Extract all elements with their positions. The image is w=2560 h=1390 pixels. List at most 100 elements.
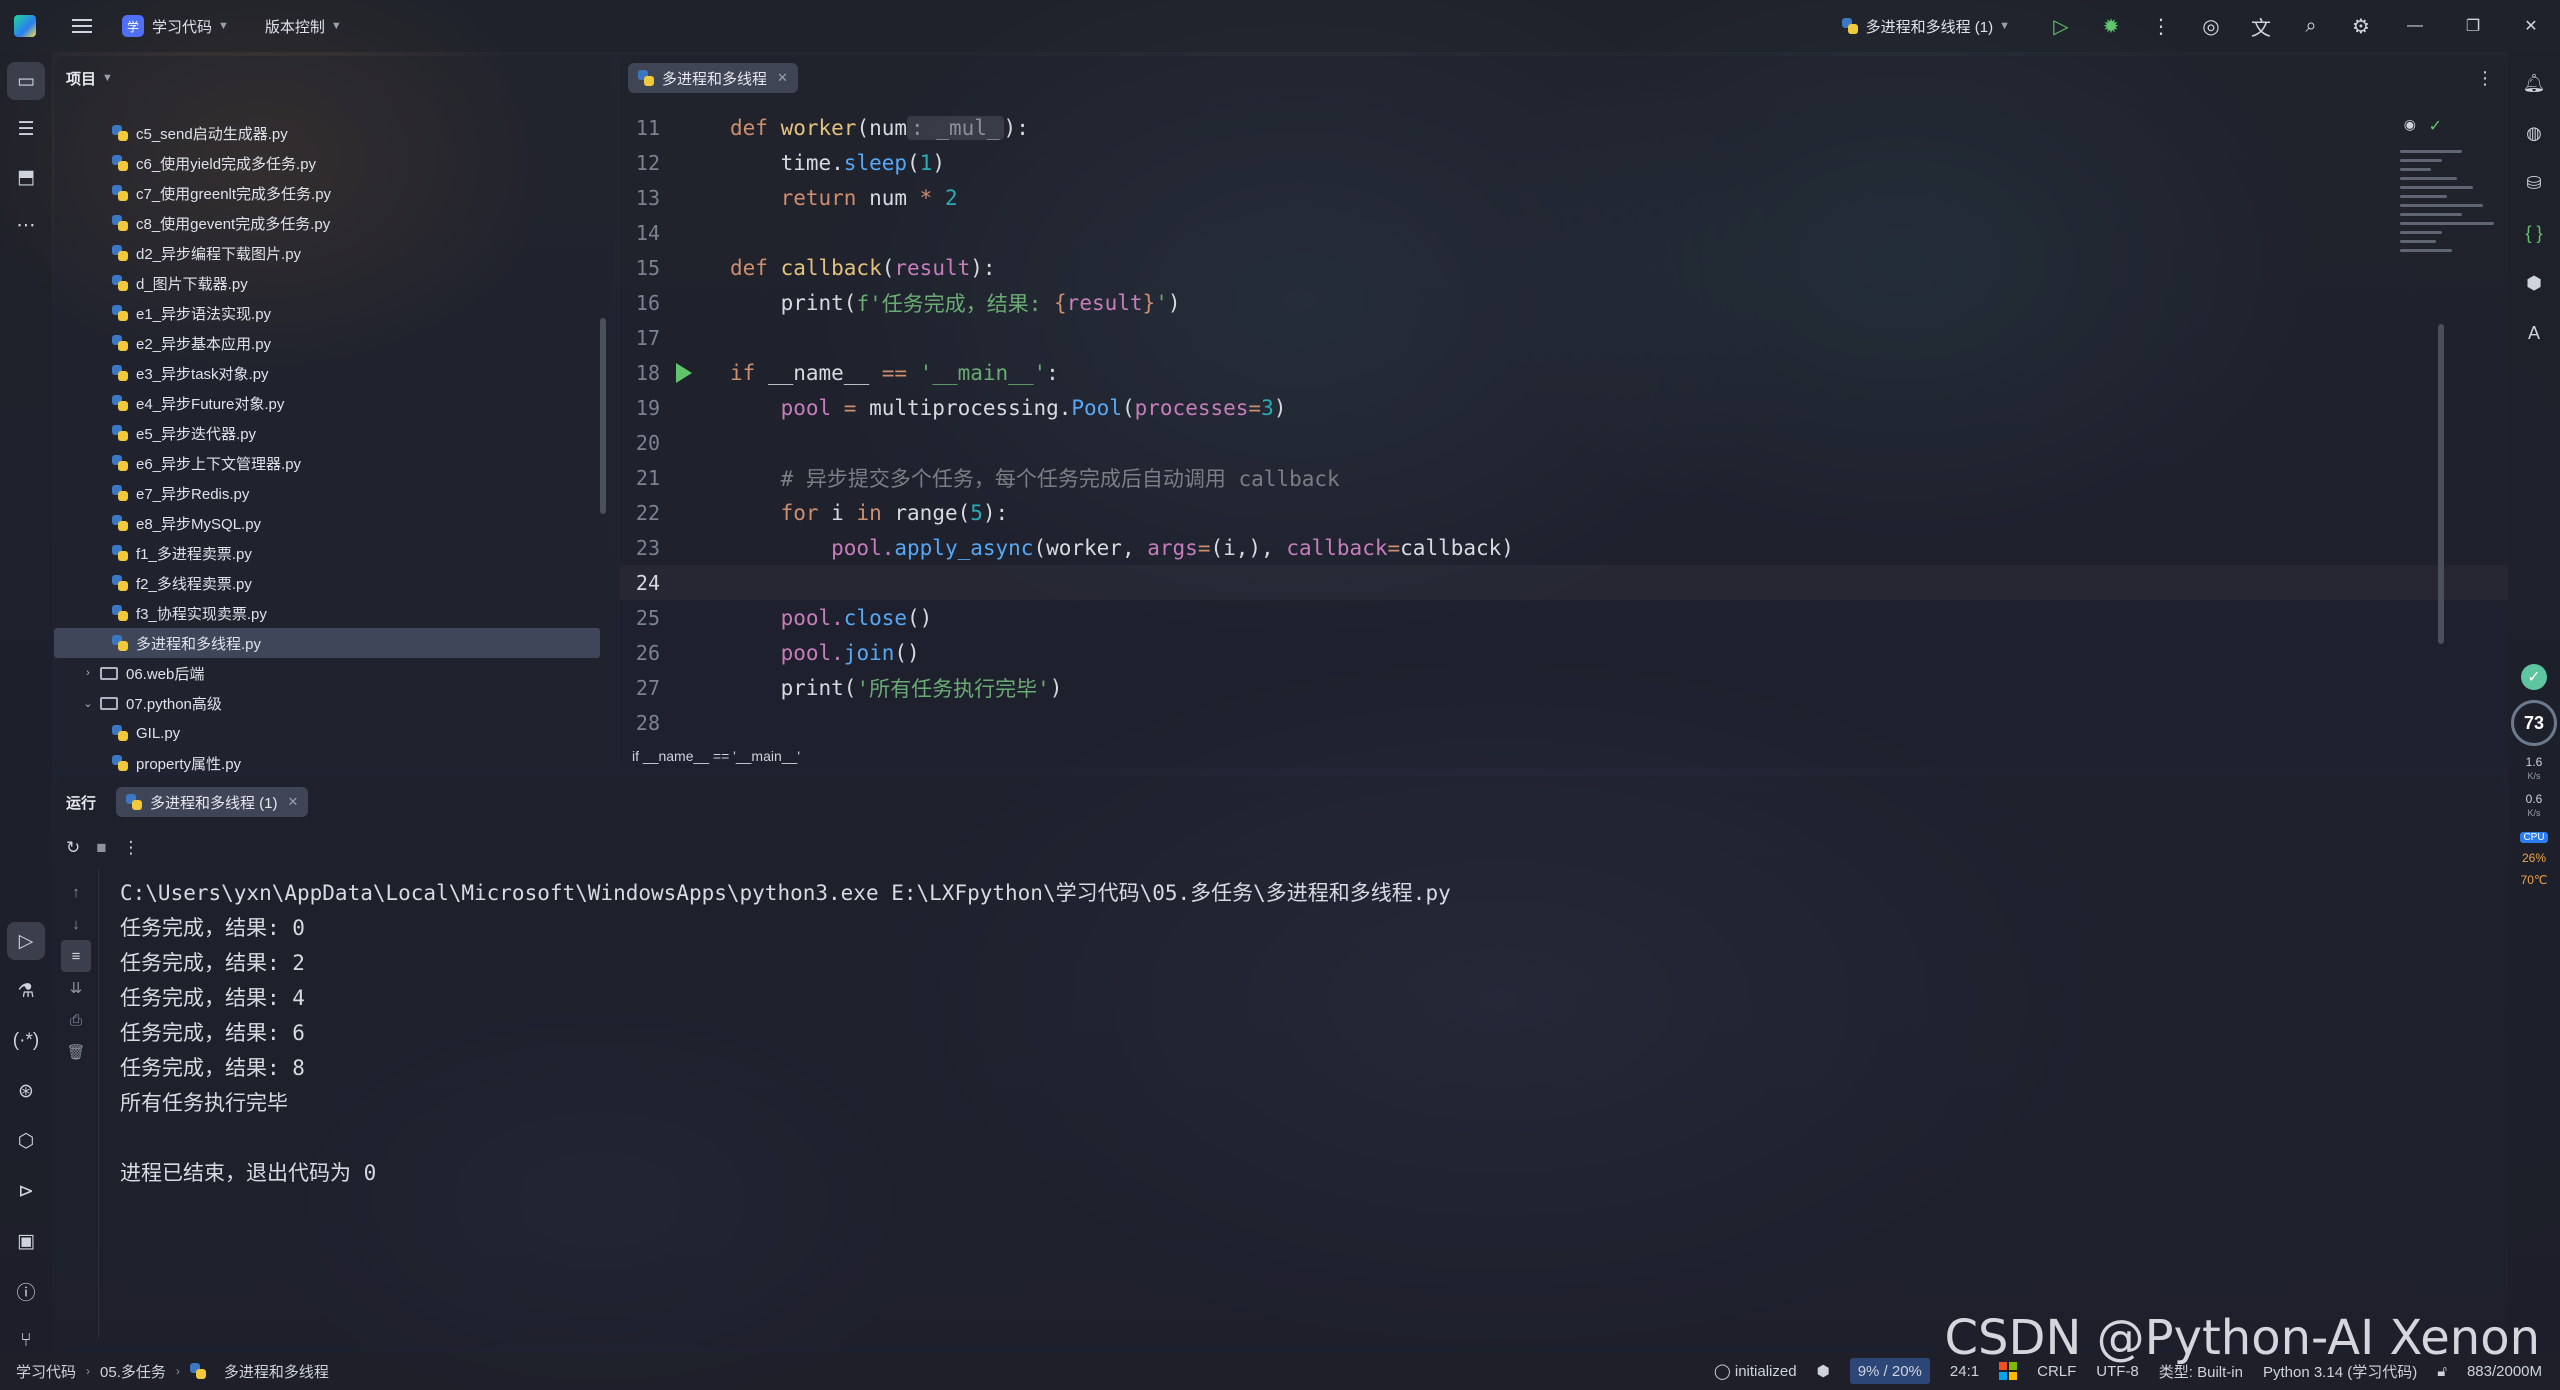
tree-file[interactable]: c8_使用gevent完成多任务.py [54, 208, 614, 238]
chevron-right-icon[interactable]: › [80, 667, 96, 679]
code-token: print( [730, 675, 857, 700]
translate-icon[interactable]: 文 [2236, 0, 2286, 52]
status-crumb-folder[interactable]: 05.多任务 [100, 1361, 166, 1382]
tree-file[interactable]: d_图片下载器.py [54, 268, 614, 298]
tree-file[interactable]: f2_多线程卖票.py [54, 568, 614, 598]
python-file-icon [112, 365, 128, 381]
run-config-selector[interactable]: 多进程和多线程 (1) ▼ [1841, 16, 2010, 37]
rerun-icon[interactable]: ↻ [66, 838, 80, 858]
font-preview-icon[interactable]: A [2515, 314, 2553, 352]
structure-icon[interactable]: ☰ [7, 110, 45, 148]
project-panel-header[interactable]: 项目 ▼ [54, 56, 614, 100]
scroll-up-icon[interactable]: ↑ [72, 876, 80, 908]
tree-file[interactable]: 多进程和多线程.py [54, 628, 600, 658]
code-token: in [856, 500, 895, 525]
code-token: args [1147, 535, 1198, 560]
initialized-status[interactable]: ◯ initialized [1714, 1362, 1797, 1380]
console-output[interactable]: C:\Users\yxn\AppData\Local\Microsoft\Win… [120, 874, 1451, 1189]
close-tab-icon[interactable]: ✕ [288, 794, 299, 810]
code-area[interactable]: 11 def worker(num: _mul_): 12 time. sleep(… [620, 110, 2508, 740]
tree-item-label: c7_使用greenlt完成多任务.py [136, 185, 332, 203]
code-token: '所有任务执行完毕' [856, 676, 1050, 701]
problems-icon[interactable]: ⓘ [7, 1272, 45, 1310]
tree-file[interactable]: e8_异步MySQL.py [54, 508, 614, 538]
clear-trash-icon[interactable]: 🗑︎ [66, 1036, 85, 1068]
ai-assistant-icon[interactable]: ◎ [2186, 0, 2236, 52]
more-options-icon[interactable]: ⋮ [123, 838, 140, 858]
run-tab-active[interactable]: 多进程和多线程 (1) ✕ [116, 787, 309, 817]
tree-file[interactable]: c5_send启动生成器.py [54, 118, 614, 148]
code-token: for [730, 500, 832, 525]
regex-icon[interactable]: (·*) [7, 1022, 45, 1060]
soft-wrap-icon[interactable]: ≡ [61, 940, 91, 972]
python-packages-icon[interactable]: ⬒ [7, 158, 45, 196]
tree-file[interactable]: e3_异步task对象.py [54, 358, 614, 388]
code-token: pool. [730, 535, 895, 560]
code-token: ( [856, 115, 870, 140]
print-icon[interactable]: ⎙ [70, 1004, 82, 1036]
code-breadcrumb[interactable]: if __name__ == '__main__' [632, 748, 800, 764]
more-actions-icon[interactable]: ⋮ [2136, 0, 2186, 52]
tree-file[interactable]: property属性.py [54, 748, 614, 778]
services-icon[interactable]: ⚗ [7, 972, 45, 1010]
python-console-icon[interactable]: ⊛ [7, 1072, 45, 1110]
database-icon[interactable]: ⛁ [2515, 164, 2553, 202]
editor-more-icon[interactable]: ⋮ [2476, 68, 2494, 89]
run-icon[interactable]: ▷ [2036, 0, 2086, 52]
code-minimap[interactable] [2400, 150, 2504, 330]
tree-file[interactable]: e4_异步Future对象.py [54, 388, 614, 418]
more-tools-icon[interactable]: ⋯ [7, 206, 45, 244]
tree-folder[interactable]: ⌄ 07.python高级 [54, 688, 614, 718]
restore-window-icon[interactable]: ❐ [2444, 0, 2502, 52]
pycharm-logo-icon[interactable] [14, 15, 36, 37]
tree-file[interactable]: e5_异步迭代器.py [54, 418, 614, 448]
tree-file[interactable]: e6_异步上下文管理器.py [54, 448, 614, 478]
status-crumb-file[interactable]: 多进程和多线程 [224, 1361, 329, 1382]
main-menu-icon[interactable] [72, 19, 92, 33]
tree-file[interactable]: GIL.py [54, 718, 614, 748]
search-icon[interactable]: ⌕ [2286, 0, 2336, 52]
vcs-menu[interactable]: 版本控制 ▼ [265, 16, 342, 37]
chevron-down-icon[interactable]: ⌄ [80, 697, 96, 710]
json-braces-icon[interactable]: { } [2515, 214, 2553, 252]
ai-chat-icon[interactable]: ◍ [2515, 114, 2553, 152]
tree-file[interactable]: e1_异步语法实现.py [54, 298, 614, 328]
memory-indicator[interactable]: 9% / 20% [1849, 1358, 1930, 1384]
scroll-to-end-icon[interactable]: ⇊ [70, 972, 83, 1004]
code-token: == [881, 360, 920, 385]
project-folder-icon[interactable]: ▭ [7, 62, 45, 100]
tree-file[interactable]: f3_协程实现卖票.py [54, 598, 614, 628]
services-play-icon[interactable]: ⊳ [7, 1172, 45, 1210]
tree-file[interactable]: c7_使用greenlt完成多任务.py [54, 178, 614, 208]
minimize-window-icon[interactable]: — [2386, 0, 2444, 52]
tree-folder[interactable]: › 06.web后端 [54, 658, 614, 688]
tree-file[interactable]: e2_异步基本应用.py [54, 328, 614, 358]
chevron-right-icon: › [86, 1364, 91, 1378]
code-token: 1 [919, 150, 933, 175]
code-token: result [1066, 290, 1143, 315]
code-token: ) [1049, 675, 1063, 700]
editor-tab-active[interactable]: 多进程和多线程 ✕ [628, 63, 798, 93]
plugin-status-icon[interactable]: ⬢ [1817, 1362, 1830, 1380]
tree-file[interactable]: c6_使用yield完成多任务.py [54, 148, 614, 178]
stop-icon[interactable]: ■ [96, 838, 106, 858]
close-window-icon[interactable]: ✕ [2502, 0, 2560, 52]
plugin-hexagon-icon[interactable]: ⬢ [2515, 264, 2553, 302]
notifications-bell-icon[interactable]: 🔔︎ [2515, 64, 2553, 102]
scroll-down-icon[interactable]: ↓ [72, 908, 80, 940]
code-token: worker [780, 115, 857, 140]
run-tool-icon[interactable]: ▷ [7, 922, 45, 960]
settings-gear-icon[interactable]: ⚙ [2336, 0, 2386, 52]
status-crumb-project[interactable]: 学习代码 [16, 1361, 76, 1382]
project-switcher[interactable]: 学 学习代码 ▼ [122, 15, 229, 37]
run-gutter-icon[interactable] [676, 362, 692, 383]
tree-file[interactable]: f1_多进程卖票.py [54, 538, 614, 568]
terminal-icon[interactable]: ▣ [7, 1222, 45, 1260]
editor-scrollbar[interactable] [2438, 324, 2444, 644]
tree-file[interactable]: e7_异步Redis.py [54, 478, 614, 508]
tree-scrollbar[interactable] [600, 318, 606, 514]
tree-file[interactable]: d2_异步编程下载图片.py [54, 238, 614, 268]
close-tab-icon[interactable]: ✕ [777, 70, 788, 86]
packages-icon[interactable]: ⬡ [7, 1122, 45, 1160]
debug-icon[interactable]: ✹ [2086, 0, 2136, 52]
